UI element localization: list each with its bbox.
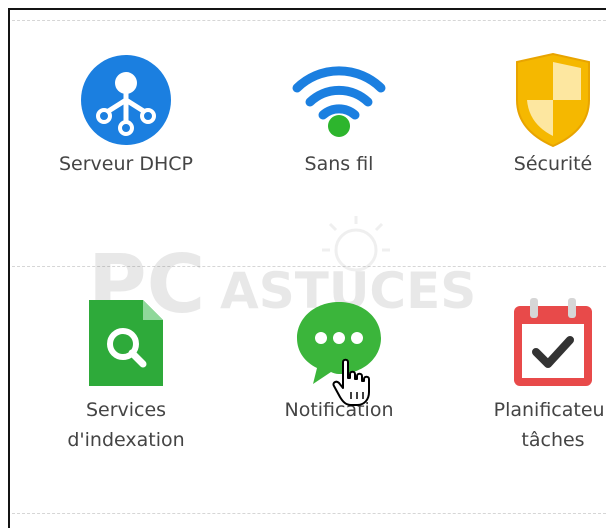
tile-wireless[interactable]: Sans fil	[244, 40, 434, 200]
tile-task-scheduler[interactable]: Planificateur tâches	[458, 282, 606, 482]
divider-top	[12, 20, 606, 21]
calendar-check-icon	[514, 298, 592, 386]
wifi-icon	[292, 66, 386, 137]
tile-label-line1: Services	[85, 399, 167, 421]
tile-dhcp-server[interactable]: Serveur DHCP	[31, 40, 221, 200]
dhcp-server-icon	[81, 55, 171, 145]
divider-middle	[12, 266, 606, 267]
security-shield-icon	[516, 52, 590, 148]
tile-security[interactable]: Sécurité	[458, 40, 606, 200]
tile-label: Sécurité	[513, 153, 593, 175]
tile-label-line2: tâches	[521, 429, 585, 451]
tile-label: Serveur DHCP	[58, 153, 194, 175]
tile-label: Sans fil	[304, 153, 374, 175]
tile-label-line2: d'indexation	[67, 429, 185, 451]
tile-indexing-services[interactable]: Services d'indexation	[31, 282, 221, 482]
control-panel-grid: Serveur DHCP Sans fil Sécurité PC ASTUCE…	[0, 0, 606, 528]
hand-pointer-cursor-icon	[332, 358, 370, 406]
tile-label-line1: Planificateur	[493, 399, 606, 421]
search-index-icon	[89, 300, 163, 386]
divider-bottom	[12, 513, 606, 514]
